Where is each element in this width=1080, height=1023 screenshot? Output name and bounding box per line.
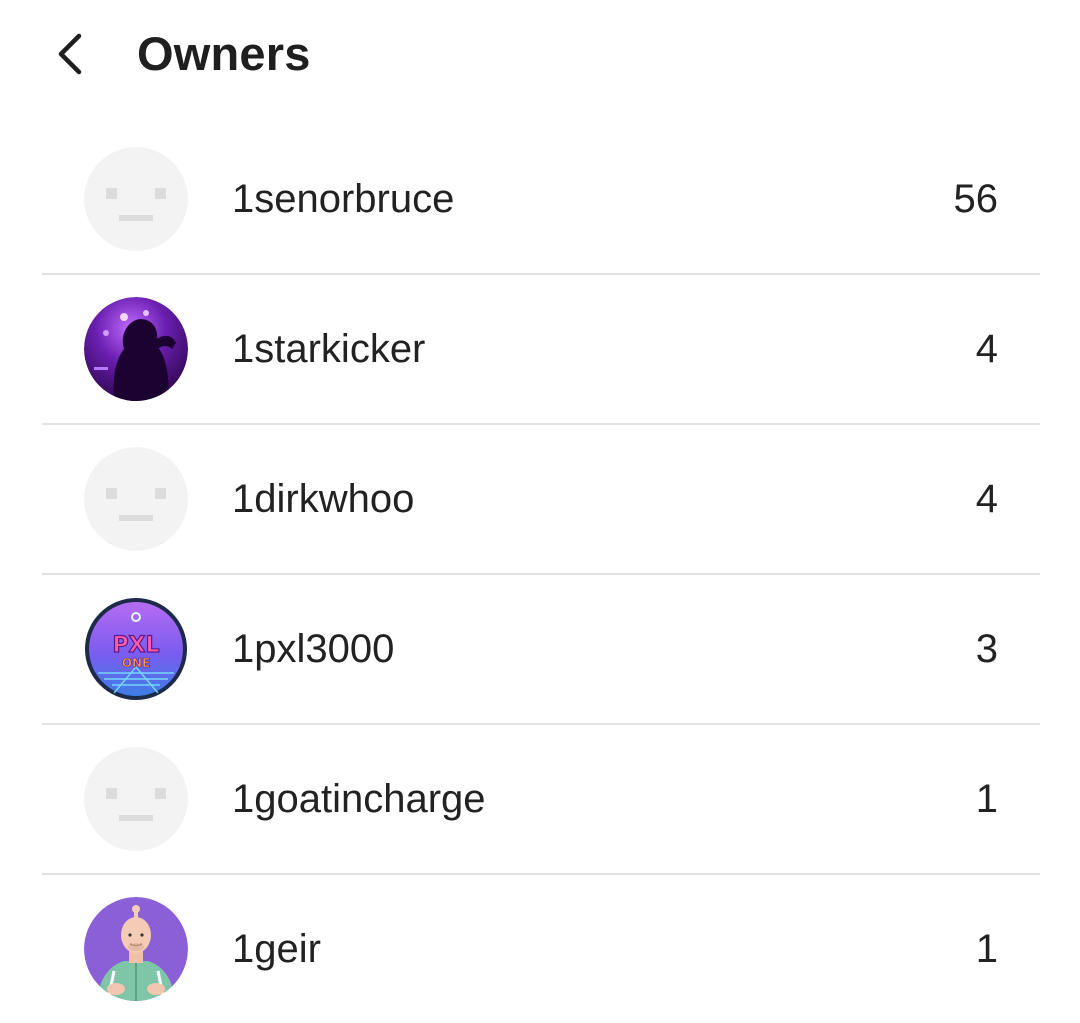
owner-count: 3: [975, 627, 998, 671]
owner-count: 1: [975, 777, 998, 821]
owner-count: 1: [975, 927, 998, 971]
pxl-one-logo-icon: PXL ONE: [85, 598, 187, 700]
svg-text:PXL: PXL: [112, 633, 159, 658]
owner-name: 1senorbruce: [232, 177, 455, 221]
avatar: [84, 447, 188, 551]
bald-man-illustration-icon: [84, 897, 188, 1001]
purple-concert-photo-icon: [84, 297, 188, 401]
owner-count: 56: [953, 177, 999, 221]
owner-row[interactable]: 1starkicker 4: [42, 275, 1040, 425]
owner-name: 1goatincharge: [232, 777, 486, 821]
svg-text:ONE: ONE: [122, 656, 150, 670]
owner-row[interactable]: 1dirkwhoo 4: [42, 425, 1040, 575]
owner-name: 1starkicker: [232, 327, 426, 371]
owner-row[interactable]: 1geir 1: [42, 875, 1040, 1023]
avatar: [84, 747, 188, 851]
owner-name: 1geir: [232, 927, 321, 971]
avatar: [84, 297, 188, 401]
owner-count: 4: [975, 327, 998, 371]
owner-row[interactable]: 1senorbruce 56: [42, 125, 1040, 275]
owner-count: 4: [975, 477, 998, 521]
avatar: [84, 147, 188, 251]
avatar: [84, 897, 188, 1001]
owner-name: 1dirkwhoo: [232, 477, 415, 521]
back-button[interactable]: [42, 22, 98, 86]
avatar: PXL ONE: [84, 597, 188, 701]
owner-name: 1pxl3000: [232, 627, 395, 671]
owner-row[interactable]: 1goatincharge 1: [42, 725, 1040, 875]
placeholder-face-icon: [84, 747, 188, 851]
placeholder-face-icon: [84, 447, 188, 551]
placeholder-face-icon: [84, 147, 188, 251]
owner-row[interactable]: PXL ONE 1pxl3000 3: [42, 575, 1040, 725]
owner-list: 1senorbruce 56 1starkicker 4 1dirkwhoo 4…: [42, 125, 1040, 1023]
top-app-bar: Owners: [0, 0, 1080, 110]
page-title: Owners: [137, 27, 311, 80]
chevron-left-icon: [58, 33, 82, 75]
